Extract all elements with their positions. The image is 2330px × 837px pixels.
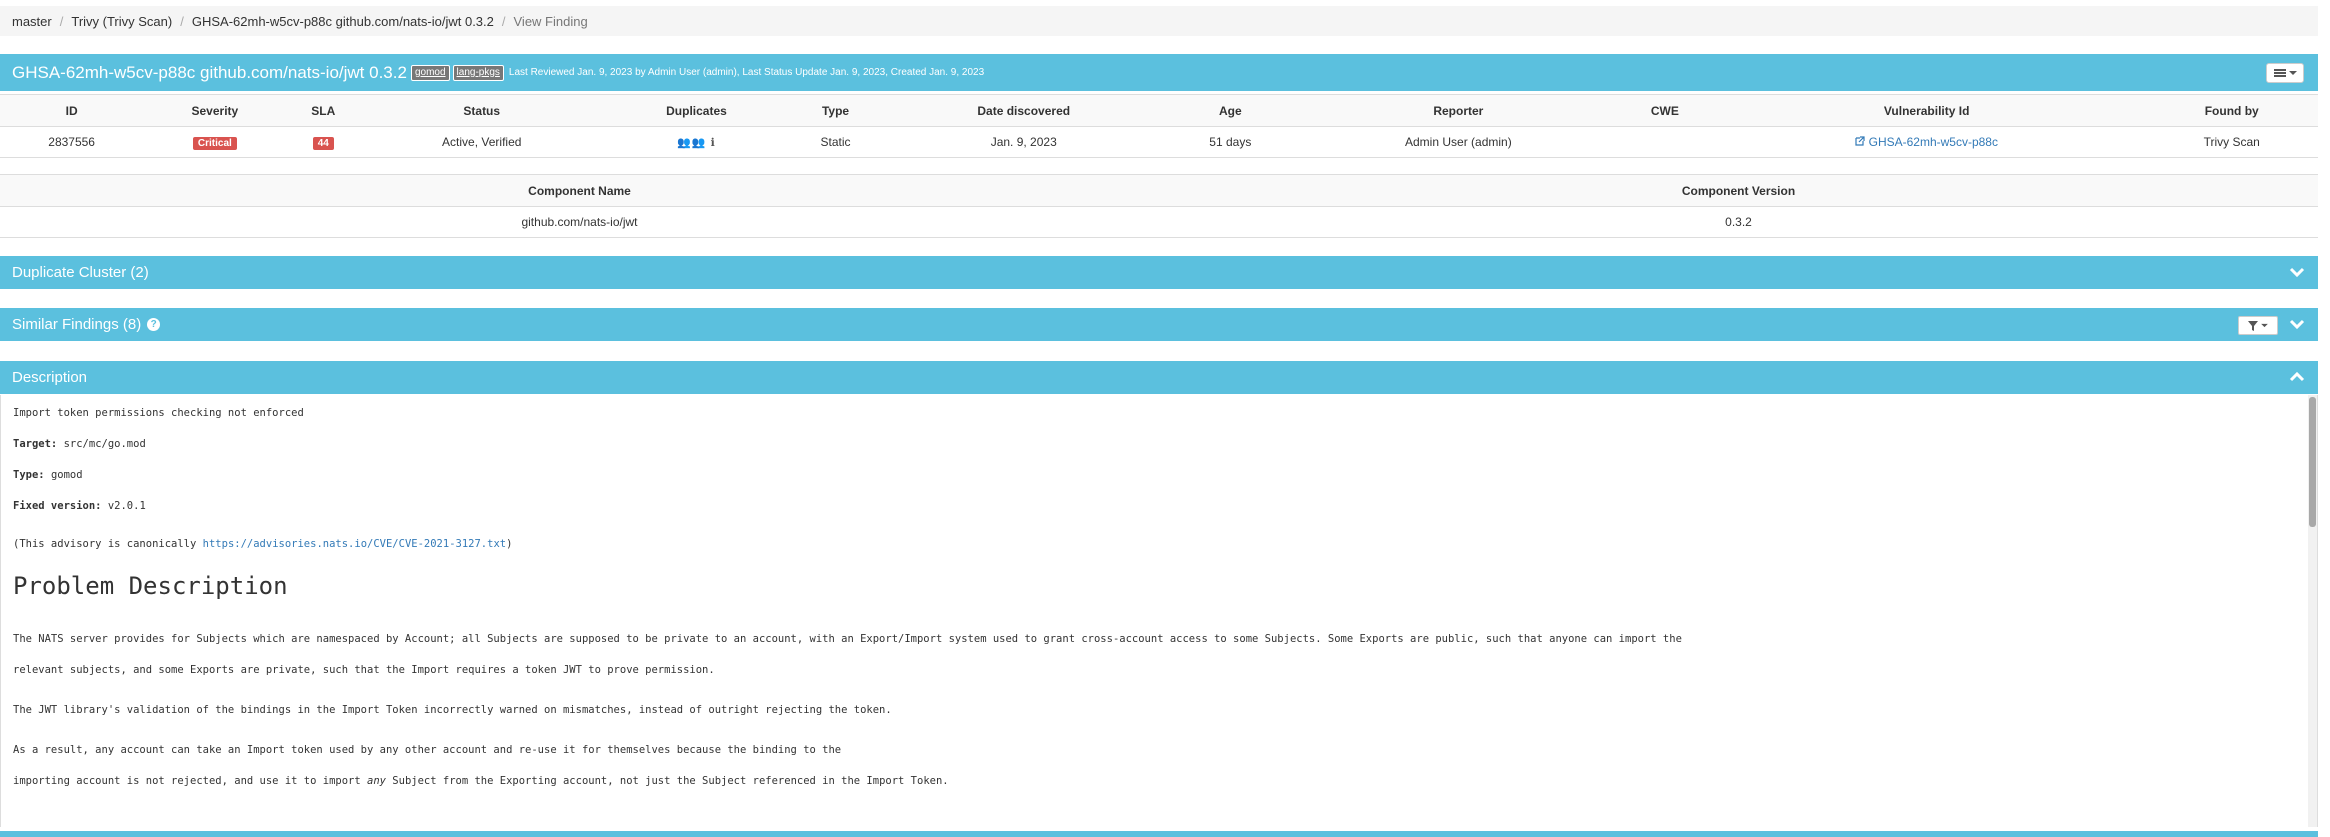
table-header-row: ID Severity SLA Status Duplicates Type D… bbox=[0, 94, 2318, 127]
col-header-severity: Severity bbox=[143, 94, 287, 127]
duplicates-icon[interactable]: 👥👥 ℹ bbox=[677, 137, 716, 149]
chevron-down-icon[interactable] bbox=[2288, 315, 2306, 333]
cell-age: 51 days bbox=[1165, 126, 1295, 158]
cell-vulnerability-id: GHSA-62mh-w5cv-p88c bbox=[1707, 126, 2146, 158]
vulnerability-id-text: GHSA-62mh-w5cv-p88c bbox=[1868, 135, 1998, 149]
description-title: Description bbox=[12, 369, 88, 386]
cell-cwe bbox=[1621, 126, 1708, 158]
description-paragraph: The JWT library's validation of the bind… bbox=[13, 704, 892, 716]
description-summary: Import token permissions checking not en… bbox=[13, 407, 304, 419]
finding-title: GHSA-62mh-w5cv-p88c github.com/nats-io/j… bbox=[12, 62, 407, 82]
col-header-component-name: Component Name bbox=[0, 174, 1159, 207]
next-section-bar[interactable] bbox=[0, 831, 2318, 837]
help-icon[interactable]: ? bbox=[147, 318, 161, 331]
col-header-sla: SLA bbox=[286, 94, 361, 127]
description-paragraph: The NATS server provides for Subjects wh… bbox=[13, 633, 1682, 676]
component-table: Component Name Component Version github.… bbox=[0, 174, 2318, 238]
description-fixed-version: Fixed version: v2.0.1 bbox=[13, 500, 146, 512]
breadcrumb-item-test[interactable]: Trivy (Trivy Scan) bbox=[71, 14, 172, 29]
advisory-link[interactable]: https://advisories.nats.io/CVE/CVE-2021-… bbox=[203, 538, 506, 550]
breadcrumb-item-current: View Finding bbox=[513, 13, 588, 29]
sla-badge: 44 bbox=[312, 136, 334, 150]
col-header-found-by: Found by bbox=[2145, 94, 2318, 127]
tag-badge[interactable]: lang-pkgs bbox=[452, 64, 504, 81]
description-body: Import token permissions checking not en… bbox=[0, 395, 2318, 827]
col-header-cwe: CWE bbox=[1621, 94, 1708, 127]
cell-status: Active, Verified bbox=[360, 126, 604, 158]
scrollbar-thumb[interactable] bbox=[2309, 397, 2316, 527]
description-type: Type: gomod bbox=[13, 469, 83, 481]
problem-description-heading: Problem Description bbox=[13, 572, 288, 600]
col-header-status: Status bbox=[360, 94, 604, 127]
cell-severity: Critical bbox=[143, 126, 287, 158]
breadcrumb-separator: / bbox=[501, 13, 506, 29]
hamburger-icon bbox=[2273, 69, 2286, 77]
cell-id: 2837556 bbox=[0, 126, 144, 158]
col-header-type: Type bbox=[789, 94, 882, 127]
breadcrumb-item-master[interactable]: master bbox=[12, 14, 52, 29]
col-header-component-version: Component Version bbox=[1159, 174, 2318, 207]
severity-badge: Critical bbox=[192, 136, 237, 150]
col-header-reporter: Reporter bbox=[1294, 94, 1622, 127]
tag-badge[interactable]: gomod bbox=[410, 64, 450, 81]
similar-findings-title: Similar Findings (8) bbox=[12, 316, 142, 333]
col-header-id: ID bbox=[0, 94, 144, 127]
description-scrollbar[interactable] bbox=[2308, 395, 2317, 827]
table-header-row: Component Name Component Version bbox=[0, 174, 2318, 207]
col-header-date-discovered: Date discovered bbox=[881, 94, 1166, 127]
duplicate-cluster-title: Duplicate Cluster (2) bbox=[12, 264, 149, 281]
col-header-age: Age bbox=[1165, 94, 1295, 127]
caret-down-icon bbox=[2288, 71, 2297, 75]
duplicate-cluster-header[interactable]: Duplicate Cluster (2) bbox=[0, 256, 2318, 289]
finding-title-bar: GHSA-62mh-w5cv-p88c github.com/nats-io/j… bbox=[0, 54, 2318, 91]
breadcrumb: master / Trivy (Trivy Scan) / GHSA-62mh-… bbox=[0, 6, 2318, 36]
chevron-up-icon[interactable] bbox=[2288, 368, 2306, 386]
description-paragraphs: The NATS server provides for Subjects wh… bbox=[13, 624, 2305, 797]
table-row: 2837556 Critical 44 Active, Verified 👥👥 … bbox=[0, 126, 2318, 158]
filter-icon bbox=[2248, 320, 2258, 331]
breadcrumb-separator: / bbox=[59, 13, 64, 29]
cell-sla: 44 bbox=[286, 126, 361, 158]
filter-button[interactable] bbox=[2238, 316, 2278, 335]
vulnerability-id-link[interactable]: GHSA-62mh-w5cv-p88c bbox=[1855, 135, 1998, 149]
col-header-vulnerability-id: Vulnerability Id bbox=[1707, 94, 2146, 127]
finding-details-table: ID Severity SLA Status Duplicates Type D… bbox=[0, 94, 2318, 158]
chevron-down-icon[interactable] bbox=[2288, 263, 2306, 281]
finding-meta-text: Last Reviewed Jan. 9, 2023 by Admin User… bbox=[508, 67, 985, 78]
col-header-duplicates: Duplicates bbox=[603, 94, 790, 127]
similar-findings-header[interactable]: Similar Findings (8) ? bbox=[0, 308, 2318, 341]
cell-duplicates: 👥👥 ℹ bbox=[603, 126, 790, 158]
table-row: github.com/nats-io/jwt 0.3.2 bbox=[0, 206, 2318, 238]
description-paragraph: As a result, any account can take an Imp… bbox=[13, 744, 949, 787]
finding-menu-button[interactable] bbox=[2266, 63, 2304, 83]
cell-found-by: Trivy Scan bbox=[2145, 126, 2318, 158]
description-advisory: (This advisory is canonically https://ad… bbox=[13, 538, 513, 550]
breadcrumb-item-finding[interactable]: GHSA-62mh-w5cv-p88c github.com/nats-io/j… bbox=[192, 14, 494, 29]
description-target: Target: src/mc/go.mod bbox=[13, 438, 146, 450]
breadcrumb-separator: / bbox=[180, 13, 184, 29]
description-header[interactable]: Description bbox=[0, 361, 2318, 394]
external-link-icon bbox=[1855, 136, 1865, 146]
cell-component-version: 0.3.2 bbox=[1159, 206, 2318, 238]
caret-down-icon bbox=[2261, 323, 2268, 328]
cell-date-discovered: Jan. 9, 2023 bbox=[881, 126, 1166, 158]
cell-component-name: github.com/nats-io/jwt bbox=[0, 206, 1159, 238]
cell-reporter: Admin User (admin) bbox=[1294, 126, 1622, 158]
cell-type: Static bbox=[789, 126, 882, 158]
